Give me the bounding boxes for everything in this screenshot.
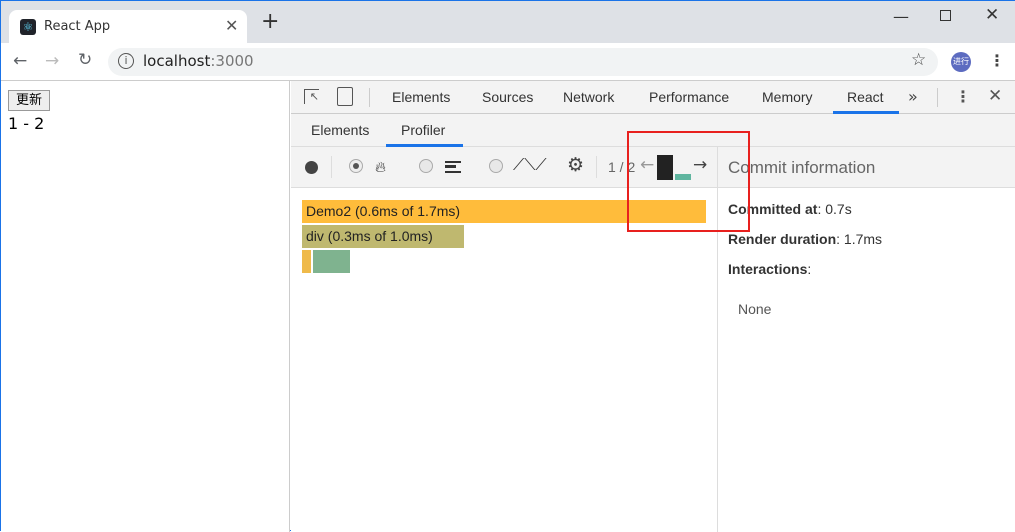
commit-info-panel: Commit information Committed at: 0.7s Re…: [717, 147, 1015, 532]
title-bar: ⚛ React App ✕ + — ✕: [1, 1, 1015, 43]
react-favicon-icon: ⚛: [20, 19, 36, 35]
url-input[interactable]: i localhost:3000 ☆: [108, 48, 938, 76]
forward-icon[interactable]: →: [45, 51, 59, 71]
url-text: localhost:3000: [143, 52, 254, 70]
render-duration-value: : 1.7ms: [836, 231, 883, 247]
flame-node-text[interactable]: [313, 250, 350, 273]
tab-sources[interactable]: Sources: [482, 89, 533, 105]
tab-network[interactable]: Network: [563, 89, 614, 105]
settings-gear-icon[interactable]: ⚙: [567, 154, 584, 176]
render-duration: Render duration: 1.7ms: [728, 231, 882, 247]
render-duration-label: Render duration: [728, 231, 837, 247]
update-button[interactable]: 更新: [8, 90, 50, 111]
new-tab-icon[interactable]: +: [261, 11, 279, 33]
interactions-colon: :: [807, 261, 812, 277]
flame-node-div[interactable]: div (0.3ms of 1.0ms): [302, 225, 464, 248]
ranked-icon: [445, 161, 461, 173]
address-bar-row: ← → ↻ i localhost:3000 ☆ 进行 ⋮: [1, 43, 1015, 81]
back-icon[interactable]: ←: [13, 51, 27, 71]
close-tab-icon[interactable]: ✕: [225, 16, 238, 35]
divider: [331, 156, 332, 178]
interactions-radio[interactable]: [489, 159, 503, 173]
close-window-icon[interactable]: ✕: [985, 5, 999, 25]
tab-memory[interactable]: Memory: [762, 89, 813, 105]
url-port: :3000: [210, 52, 254, 70]
reload-icon[interactable]: ↻: [78, 50, 92, 70]
divider: [369, 88, 370, 107]
interactions-label: Interactions: [728, 261, 808, 277]
commit-info-header: Commit information: [718, 147, 1015, 188]
ranked-radio[interactable]: [419, 159, 433, 173]
interactions-none: None: [738, 301, 772, 317]
commit-info-title: Commit information: [728, 158, 876, 177]
subtab-profiler[interactable]: Profiler: [401, 122, 445, 138]
divider: [596, 156, 597, 178]
maximize-icon[interactable]: [940, 10, 951, 21]
menu-icon[interactable]: ⋮: [989, 51, 1005, 70]
counter-text: 1 - 2: [8, 114, 45, 133]
divider: [937, 88, 938, 107]
inspect-icon[interactable]: ↖: [304, 89, 319, 104]
highlight-box: [627, 131, 750, 232]
record-icon[interactable]: [305, 161, 318, 174]
tab-title: React App: [44, 19, 111, 34]
tab-react[interactable]: React: [847, 89, 884, 105]
interactions-chart-icon: ⟋⟍⟋: [513, 155, 547, 174]
page-content: 更新 1 - 2: [1, 81, 290, 532]
close-devtools-icon[interactable]: ✕: [988, 86, 1002, 106]
minimize-icon[interactable]: —: [893, 7, 909, 26]
flame-node-small[interactable]: [302, 250, 311, 273]
devtools-menu-icon[interactable]: ⋮: [955, 87, 971, 106]
committed-at-value: : 0.7s: [817, 201, 852, 217]
bookmark-star-icon[interactable]: ☆: [911, 50, 926, 70]
devtools-tabbar: ↖ Elements Sources Network Performance M…: [291, 81, 1015, 114]
more-tabs-icon[interactable]: »: [908, 87, 918, 106]
tab-performance[interactable]: Performance: [649, 89, 729, 105]
interactions: Interactions:: [728, 261, 811, 277]
flame-icon: 🔥︎: [375, 158, 387, 176]
avatar[interactable]: 进行: [951, 52, 971, 72]
subtab-elements[interactable]: Elements: [311, 122, 369, 138]
device-toolbar-icon[interactable]: [337, 87, 353, 106]
tab-elements[interactable]: Elements: [392, 89, 450, 105]
url-host: localhost: [143, 52, 211, 70]
info-icon[interactable]: i: [118, 53, 134, 69]
flamegraph-radio[interactable]: [349, 159, 363, 173]
browser-tab[interactable]: ⚛ React App ✕: [9, 10, 247, 43]
